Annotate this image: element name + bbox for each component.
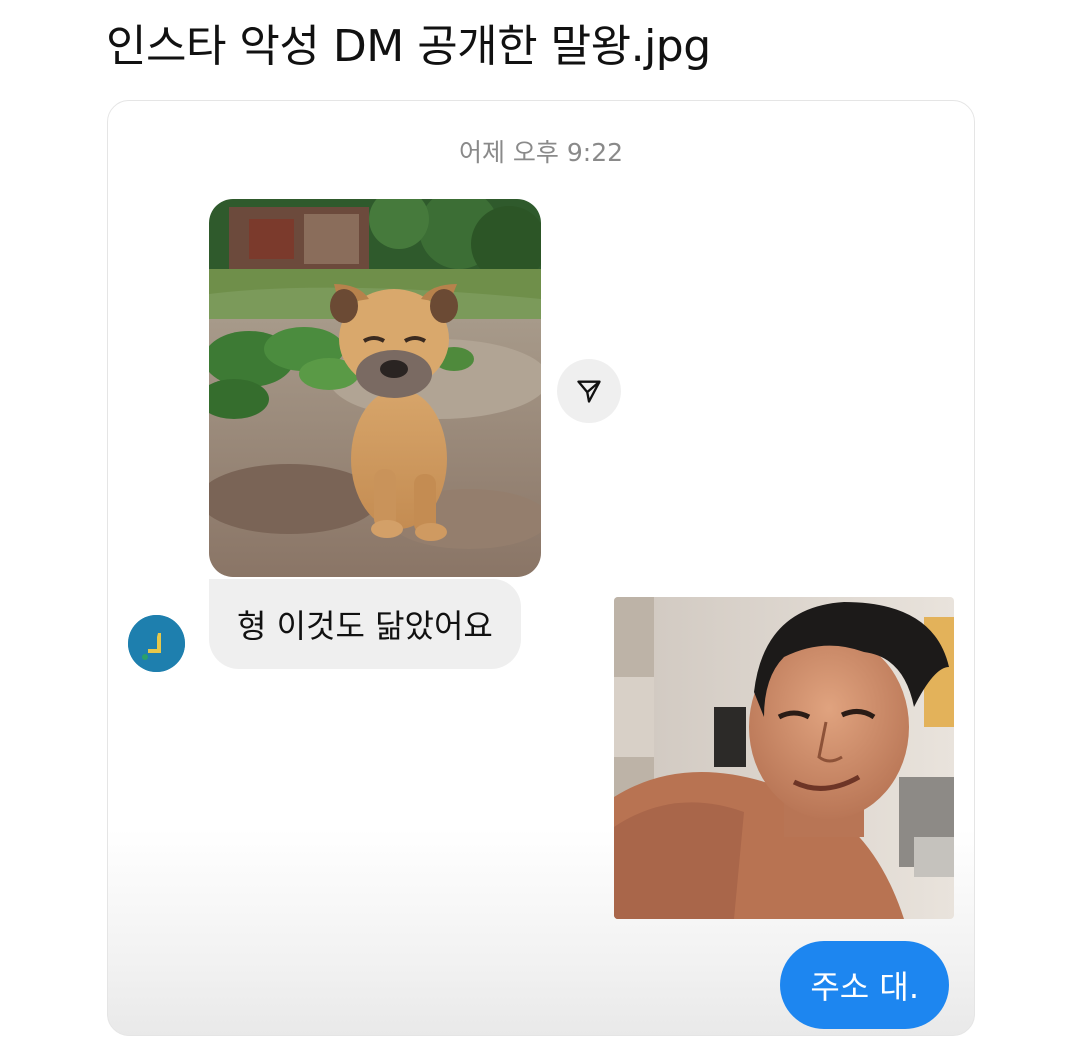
dm-screenshot: 어제 오후 9:22 형 이것도 닮았어요 주소 대.: [107, 100, 975, 1036]
message-timestamp: 어제 오후 9:22: [458, 138, 624, 167]
paper-plane-icon: [577, 380, 601, 403]
sent-message-bubble: 주소 대.: [780, 941, 949, 1029]
sender-avatar[interactable]: [128, 615, 185, 672]
post-page: 인스타 악성 DM 공개한 말왕.jpg 어제 오후 9:22 형 이것도 닮았…: [0, 0, 1078, 1041]
post-title: 인스타 악성 DM 공개한 말왕.jpg: [106, 21, 711, 72]
avatar-image: [128, 615, 185, 672]
share-button[interactable]: [557, 359, 621, 423]
selfie-photo-illustration: [614, 597, 954, 919]
received-dog-photo[interactable]: [209, 199, 541, 577]
sent-selfie-photo[interactable]: [614, 597, 954, 919]
dog-photo-illustration: [209, 199, 541, 577]
received-message-bubble: 형 이것도 닮았어요: [209, 579, 521, 669]
